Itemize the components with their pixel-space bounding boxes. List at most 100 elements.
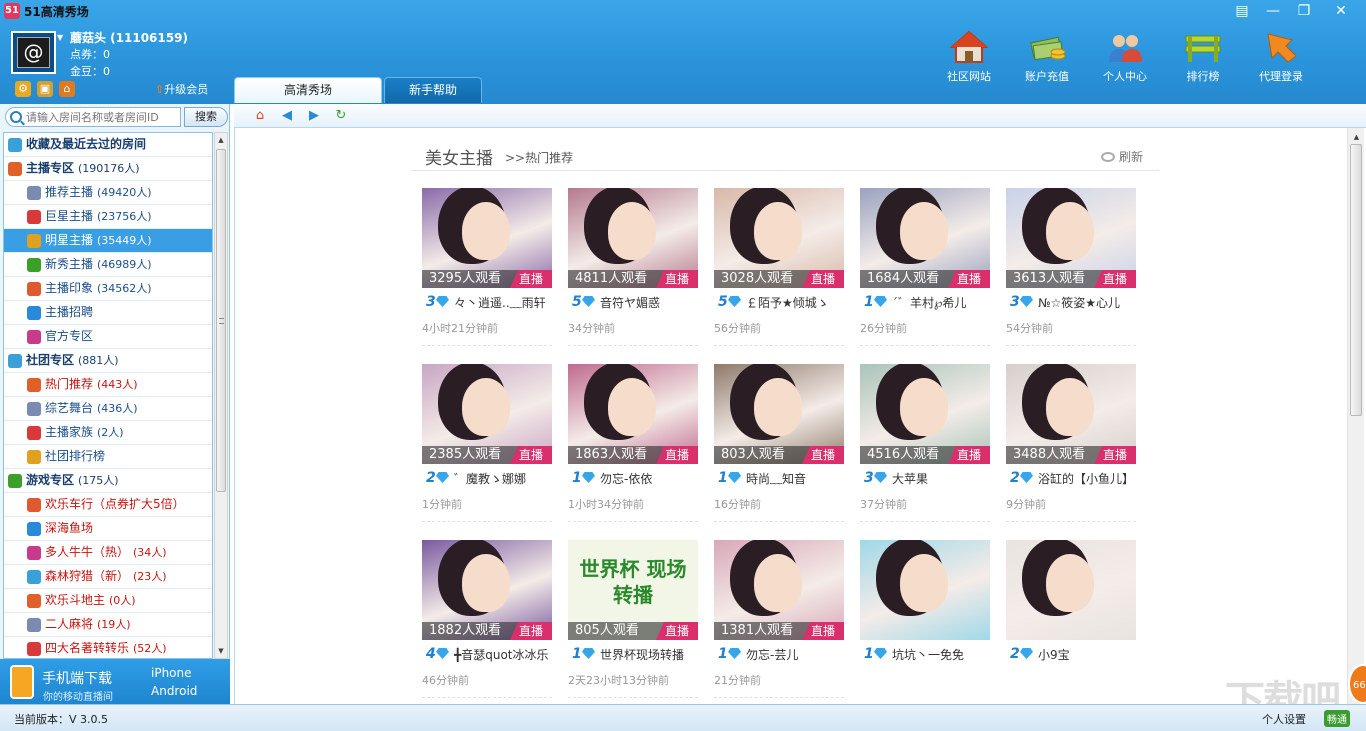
nav-community[interactable]: 社区网站 — [940, 30, 998, 84]
streamer-name[interactable]: 浴缸的【小鱼儿】 — [1038, 470, 1136, 487]
room-thumbnail[interactable] — [860, 540, 990, 640]
streamer-name[interactable]: 時尚﹏知音 — [746, 470, 844, 487]
sidebar-item[interactable]: 欢乐车行（点券扩大5倍） — [4, 493, 212, 517]
room-thumbnail[interactable]: 4811人观看 直播 — [568, 188, 698, 288]
room-card[interactable]: 2 小9宝 — [1006, 540, 1136, 706]
room-thumbnail[interactable]: 3488人观看 直播 — [1006, 364, 1136, 464]
streamer-name[interactable]: ˊ゛羊村℘希儿 — [892, 294, 990, 311]
iphone-link[interactable]: iPhone — [151, 666, 192, 680]
streamer-name[interactable]: 世界杯现场转播 — [600, 646, 698, 663]
streamer-name[interactable]: 大苹果 — [892, 470, 990, 487]
streamer-name[interactable]: №☆筱姿★心儿 — [1038, 294, 1136, 311]
room-card[interactable]: 1684人观看 直播 1 ˊ゛羊村℘希儿 26分钟前 — [860, 188, 990, 354]
room-card[interactable]: 2385人观看 直播 2 ゛魔教ゝ娜娜 1分钟前 — [422, 364, 552, 530]
streamer-name[interactable]: 小9宝 — [1038, 646, 1136, 663]
sidebar-item[interactable]: 深海鱼场 — [4, 517, 212, 541]
sidebar-item[interactable]: 官方专区 — [4, 325, 212, 349]
nav-recharge[interactable]: 账户充值 — [1018, 30, 1076, 84]
sidebar-item[interactable]: 森林狩猎（新） (23人) — [4, 565, 212, 589]
room-thumbnail[interactable]: 1684人观看 直播 — [860, 188, 990, 288]
sidebar-item[interactable]: 巨星主播 (23756人) — [4, 205, 212, 229]
room-card[interactable]: 1882人观看 直播 4 ╋音瑟quot冰冰乐 46分钟前 — [422, 540, 552, 706]
room-card[interactable]: 1 坑坑丶一免免 — [860, 540, 990, 706]
room-thumbnail[interactable]: 3028人观看 直播 — [714, 188, 844, 288]
nav-agent-login[interactable]: 代理登录 — [1252, 30, 1310, 84]
personal-settings-link[interactable]: 个人设置 — [1262, 711, 1306, 727]
room-thumbnail[interactable] — [1006, 540, 1136, 640]
upgrade-member-button[interactable]: ⇧升级会员 — [155, 81, 208, 97]
room-card[interactable]: 1863人观看 直播 1 勿忘-依依 1小时34分钟前 — [568, 364, 698, 530]
sidebar-item[interactable]: 综艺舞台 (436人) — [4, 397, 212, 421]
room-card[interactable]: 4516人观看 直播 3 大苹果 37分钟前 — [860, 364, 990, 530]
room-thumbnail[interactable]: 1882人观看 直播 — [422, 540, 552, 640]
room-card[interactable]: 803人观看 直播 1 時尚﹏知音 16分钟前 — [714, 364, 844, 530]
avatar[interactable]: @ — [11, 31, 56, 74]
room-card[interactable]: 3488人观看 直播 2 浴缸的【小鱼儿】 9分钟前 — [1006, 364, 1136, 530]
room-thumbnail[interactable]: 3613人观看 直播 — [1006, 188, 1136, 288]
streamer-name[interactable]: 音符ヤ媚惑 — [600, 294, 698, 311]
room-card[interactable]: 4811人观看 直播 5 音符ヤ媚惑 34分钟前 — [568, 188, 698, 354]
nav-personal-center[interactable]: 个人中心 — [1096, 30, 1154, 84]
lock-icon[interactable]: ⌂ — [59, 81, 75, 97]
search-button[interactable]: 搜索 — [184, 107, 228, 127]
streamer-name[interactable]: ゛魔教ゝ娜娜 — [454, 470, 552, 487]
sidebar-item[interactable]: 新秀主播 (46989人) — [4, 253, 212, 277]
room-thumbnail[interactable]: 1381人观看 直播 — [714, 540, 844, 640]
scroll-up-icon[interactable]: ▲ — [1350, 130, 1363, 144]
streamer-name[interactable]: ╋音瑟quot冰冰乐 — [454, 646, 552, 663]
bag-icon[interactable]: ▣ — [37, 81, 53, 97]
sidebar-item[interactable]: 游戏专区 (175人) — [4, 469, 212, 493]
skin-icon[interactable]: ▤ — [1230, 2, 1254, 20]
android-link[interactable]: Android — [151, 684, 197, 698]
tab-hd-show[interactable]: 高清秀场 — [234, 77, 382, 103]
chevron-down-icon[interactable]: ▼ — [57, 33, 63, 42]
forward-arrow-icon[interactable]: ▶ — [306, 108, 322, 124]
room-card[interactable]: 世界杯 现场转播 805人观看 直播 1 世界杯现场转播 2天23小时13分钟前 — [568, 540, 698, 706]
room-card[interactable]: 3295人观看 直播 3 々丶逍遥..﹏雨轩 4小时21分钟前 — [422, 188, 552, 354]
streamer-name[interactable]: 勿忘-依依 — [600, 470, 698, 487]
main-scrollbar[interactable]: ▲ ▼ — [1347, 128, 1364, 704]
streamer-name[interactable]: ￡陌予★倾城ゝ — [746, 294, 844, 311]
refresh-icon[interactable]: ↻ — [333, 108, 349, 124]
scroll-up-icon[interactable]: ▲ — [215, 133, 227, 147]
sidebar-item[interactable]: 社团排行榜 — [4, 445, 212, 469]
room-thumbnail[interactable]: 3295人观看 直播 — [422, 188, 552, 288]
room-card[interactable]: 1381人观看 直播 1 勿忘-芸儿 21分钟前 — [714, 540, 844, 706]
home-icon[interactable]: ⌂ — [252, 108, 268, 124]
sidebar-item[interactable]: 四大名著转转乐 (52人) — [4, 637, 212, 658]
search-input[interactable] — [26, 110, 178, 125]
room-thumbnail[interactable]: 803人观看 直播 — [714, 364, 844, 464]
mobile-download-banner[interactable]: 手机端下载 你的移动直播间 iPhone Android — [0, 659, 230, 704]
sidebar-item[interactable]: 二人麻将 (19人) — [4, 613, 212, 637]
maximize-icon[interactable]: ❐ — [1292, 2, 1316, 20]
sidebar-item[interactable]: 主播专区 (190176人) — [4, 157, 212, 181]
scroll-thumb[interactable] — [216, 149, 226, 492]
sidebar-item[interactable]: 收藏及最近去过的房间 — [4, 133, 212, 157]
sidebar-item[interactable]: 热门推荐 (443人) — [4, 373, 212, 397]
sidebar-scrollbar[interactable]: ▲ ▼ — [214, 132, 228, 659]
sidebar-item[interactable]: 明星主播 (35449人) — [4, 229, 212, 253]
room-thumbnail[interactable]: 世界杯 现场转播 805人观看 直播 — [568, 540, 698, 640]
room-thumbnail[interactable]: 2385人观看 直播 — [422, 364, 552, 464]
streamer-name[interactable]: 坑坑丶一免免 — [892, 646, 990, 663]
refresh-button[interactable]: 刷新 — [1101, 148, 1143, 165]
sidebar-item[interactable]: 多人牛牛（热） (34人) — [4, 541, 212, 565]
streamer-name[interactable]: 勿忘-芸儿 — [746, 646, 844, 663]
room-thumbnail[interactable]: 4516人观看 直播 — [860, 364, 990, 464]
scroll-thumb[interactable] — [1350, 144, 1362, 416]
back-arrow-icon[interactable]: ◀ — [279, 108, 295, 124]
minimize-icon[interactable]: — — [1261, 2, 1285, 20]
nav-ranking[interactable]: 排行榜 — [1174, 30, 1232, 84]
gear-icon[interactable]: ⚙ — [15, 81, 31, 97]
room-card[interactable]: 3613人观看 直播 3 №☆筱姿★心儿 54分钟前 — [1006, 188, 1136, 354]
sidebar-item[interactable]: 主播招聘 — [4, 301, 212, 325]
sidebar-item[interactable]: 推荐主播 (49420人) — [4, 181, 212, 205]
scroll-down-icon[interactable]: ▼ — [215, 644, 227, 658]
sidebar-item[interactable]: 社团专区 (881人) — [4, 349, 212, 373]
tab-help[interactable]: 新手帮助 — [384, 77, 482, 103]
streamer-name[interactable]: 々丶逍遥..﹏雨轩 — [454, 294, 552, 311]
sidebar-item[interactable]: 主播印象 (34562人) — [4, 277, 212, 301]
room-card[interactable]: 3028人观看 直播 5 ￡陌予★倾城ゝ 56分钟前 — [714, 188, 844, 354]
close-icon[interactable]: ✕ — [1329, 2, 1353, 20]
sidebar-item[interactable]: 主播家族 (2人) — [4, 421, 212, 445]
